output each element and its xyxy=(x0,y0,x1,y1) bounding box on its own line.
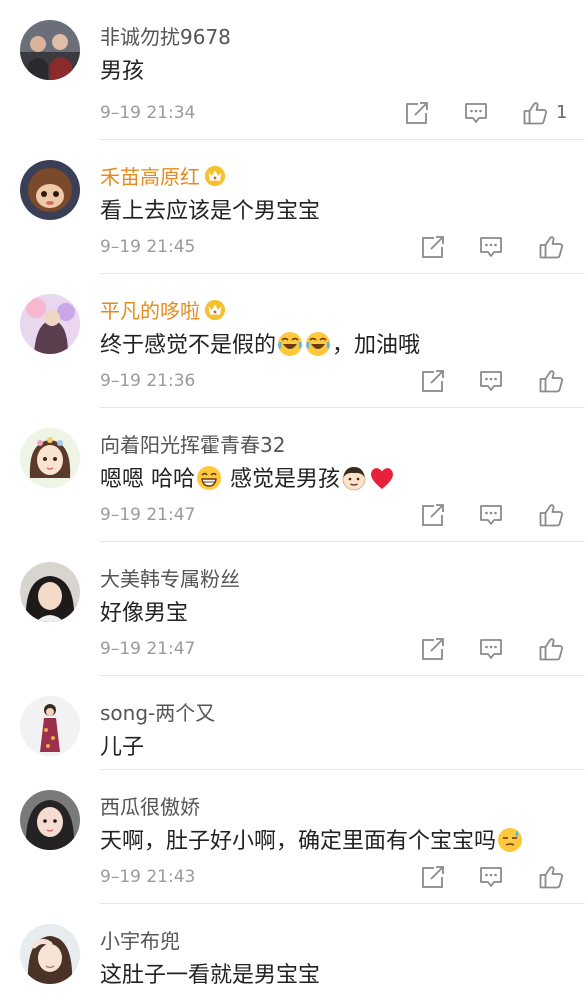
comment-item: 小宇布兜 这肚子一看就是男宝宝 xyxy=(0,904,585,1000)
share-button[interactable] xyxy=(420,368,446,394)
avatar[interactable] xyxy=(20,562,80,622)
comment-icon xyxy=(480,371,502,391)
like-button[interactable] xyxy=(538,234,564,260)
like-count: 1 xyxy=(556,102,568,123)
share-button[interactable] xyxy=(420,502,446,528)
avatar[interactable] xyxy=(20,294,80,354)
comment-icon xyxy=(480,505,502,525)
comment-item: 平凡的哆啦 终于感觉不是假的 ，加油哦 9–19 21:36 xyxy=(0,274,585,408)
laughing-tears-emoji xyxy=(277,331,303,357)
like-button[interactable] xyxy=(538,368,564,394)
avatar[interactable] xyxy=(20,20,80,80)
username[interactable]: 非诚勿扰9678 xyxy=(100,24,231,50)
comment-text: 终于感觉不是假的 ，加油哦 xyxy=(100,331,421,358)
comment-item: 向着阳光挥霍青春32 嗯嗯 哈哈 感觉是男孩 9–19 21:47 xyxy=(0,408,585,542)
avatar[interactable] xyxy=(20,924,80,984)
comment-text: 看上去应该是个男宝宝 xyxy=(100,199,321,224)
share-button[interactable] xyxy=(420,234,446,260)
username[interactable]: 小宇布兜 xyxy=(100,928,180,954)
like-button[interactable] xyxy=(538,636,564,662)
comment-item: 大美韩专属粉丝 好像男宝 9–19 21:47 xyxy=(0,542,585,676)
username[interactable]: song-两个又 xyxy=(100,700,215,726)
timestamp: 9–19 21:36 xyxy=(100,371,196,391)
timestamp: 9–19 21:47 xyxy=(100,639,196,659)
username[interactable]: 西瓜很傲娇 xyxy=(100,794,200,820)
username[interactable]: 大美韩专属粉丝 xyxy=(100,566,240,592)
sweat-emoji xyxy=(497,827,523,853)
share-button[interactable] xyxy=(420,864,446,890)
vip-crown-icon xyxy=(204,299,226,321)
thumbs-up-icon xyxy=(539,866,564,889)
comment-button[interactable] xyxy=(478,864,504,890)
comment-item: song-两个又 儿子 xyxy=(0,676,585,770)
like-button[interactable] xyxy=(538,864,564,890)
comment-button[interactable] xyxy=(463,100,489,126)
share-icon xyxy=(422,369,446,392)
share-icon xyxy=(406,101,430,124)
thumbs-up-icon xyxy=(539,236,564,259)
comment-button[interactable] xyxy=(478,636,504,662)
username[interactable]: 向着阳光挥霍青春32 xyxy=(100,432,285,458)
avatar[interactable] xyxy=(20,790,80,850)
share-button[interactable] xyxy=(404,100,430,126)
share-button[interactable] xyxy=(420,636,446,662)
comment-text: 这肚子一看就是男宝宝 xyxy=(100,963,321,988)
comment-text: 男孩 xyxy=(100,59,145,84)
comment-button[interactable] xyxy=(478,234,504,260)
laughing-tears-emoji xyxy=(305,331,331,357)
username[interactable]: 平凡的哆啦 xyxy=(100,298,226,324)
thumbs-up-icon xyxy=(539,638,564,661)
share-icon xyxy=(422,235,446,258)
share-icon xyxy=(422,637,446,660)
comment-text: 好像男宝 xyxy=(100,601,189,626)
comment-icon xyxy=(480,237,502,257)
like-button[interactable] xyxy=(538,502,564,528)
avatar[interactable] xyxy=(20,160,80,220)
comment-icon xyxy=(480,639,502,659)
share-icon xyxy=(422,865,446,888)
comment-button[interactable] xyxy=(478,502,504,528)
timestamp: 9–19 21:45 xyxy=(100,237,196,257)
grinning-emoji xyxy=(196,465,222,491)
username[interactable]: 禾苗高原红 xyxy=(100,164,226,190)
comment-text: 天啊，肚子好小啊，确定里面有个宝宝吗 xyxy=(100,827,524,857)
like-button[interactable] xyxy=(522,100,548,126)
boy-face-emoji xyxy=(342,466,366,491)
comment-item: 禾苗高原红 看上去应该是个男宝宝 9–19 21:45 xyxy=(0,140,585,274)
comment-item: 西瓜很傲娇 天啊，肚子好小啊，确定里面有个宝宝吗 9–19 21:43 xyxy=(0,770,585,904)
timestamp: 9–19 21:34 xyxy=(100,103,196,123)
thumbs-up-icon xyxy=(539,370,564,393)
comment-icon xyxy=(480,867,502,887)
comment-icon xyxy=(465,103,487,123)
comment-text: 儿子 xyxy=(100,735,145,760)
timestamp: 9–19 21:43 xyxy=(100,867,196,887)
vip-crown-icon xyxy=(204,165,226,187)
comment-item: 非诚勿扰9678 男孩 9–19 21:34 1 xyxy=(0,0,585,140)
share-icon xyxy=(422,503,446,526)
avatar[interactable] xyxy=(20,428,80,488)
comment-text: 嗯嗯 哈哈 感觉是男孩 xyxy=(100,465,396,495)
timestamp: 9–19 21:47 xyxy=(100,505,196,525)
thumbs-up-icon xyxy=(539,504,564,527)
red-heart-emoji xyxy=(371,468,393,489)
avatar[interactable] xyxy=(20,696,80,756)
thumbs-up-icon xyxy=(523,102,548,125)
comment-button[interactable] xyxy=(478,368,504,394)
